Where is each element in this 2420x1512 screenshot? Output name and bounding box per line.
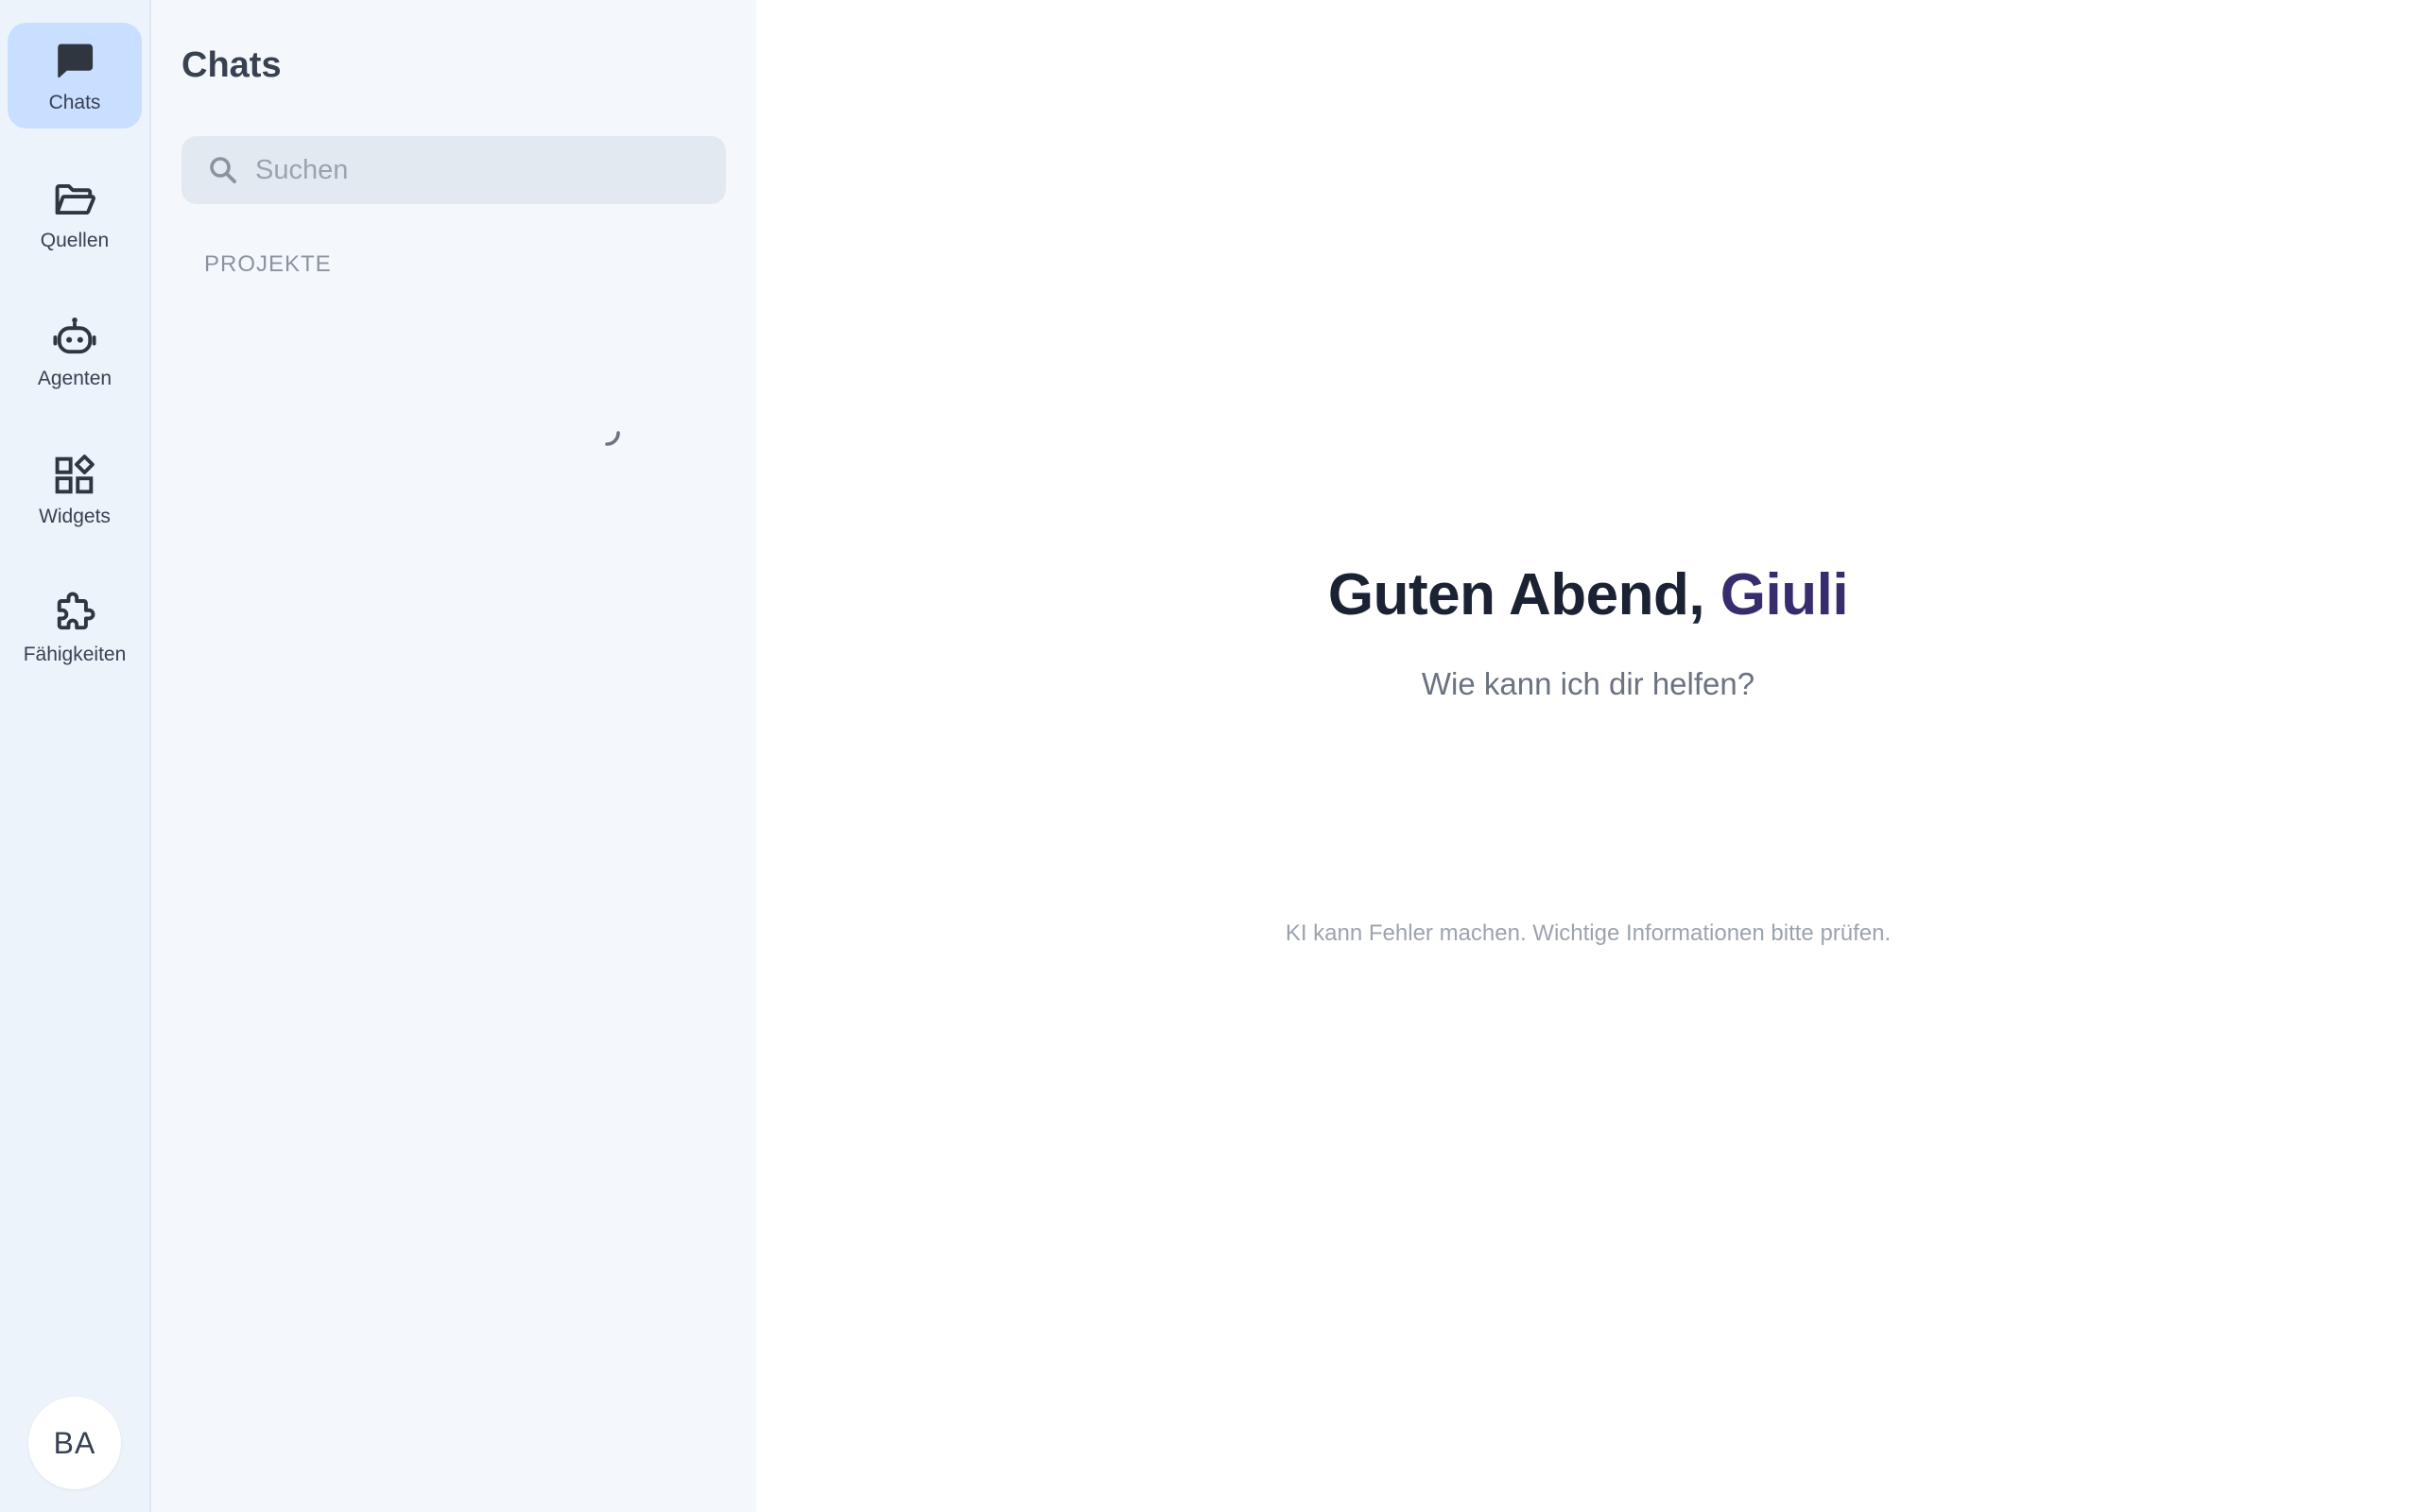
rail-item-widgets[interactable]: Widgets [8, 437, 142, 542]
rail-item-faehigkeiten[interactable]: Fähigkeiten [8, 575, 142, 680]
sidebar-title: Chats [182, 45, 282, 85]
nav-rail: Chats Quellen Agenten Widgets Fähigkeite… [0, 0, 151, 1512]
puzzle-icon [57, 592, 95, 630]
user-avatar[interactable]: BA [28, 1397, 121, 1489]
search-input[interactable] [255, 154, 709, 186]
projects-section-label: PROJEKTE [204, 251, 332, 277]
rail-label-widgets: Widgets [39, 506, 111, 527]
loading-spinner-icon [605, 431, 620, 446]
ai-disclaimer: KI kann Fehler machen. Wichtige Informat… [1285, 920, 1892, 946]
rail-label-quellen: Quellen [40, 230, 110, 251]
app-root: Chats Quellen Agenten Widgets Fähigkeite… [0, 0, 2420, 1512]
chat-bubble-icon [58, 43, 94, 78]
robot-icon [53, 317, 96, 354]
rail-label-chats: Chats [48, 92, 101, 113]
widgets-icon [55, 455, 95, 494]
rail-label-faehigkeiten: Fähigkeiten [23, 644, 127, 665]
rail-item-quellen[interactable]: Quellen [8, 161, 142, 266]
search-icon [210, 157, 236, 183]
folder-open-icon [55, 183, 95, 215]
search-box[interactable] [182, 136, 726, 204]
rail-item-chats[interactable]: Chats [8, 23, 142, 129]
chats-sidebar: Chats PROJEKTE [151, 0, 876, 1512]
greeting-heading: Guten Abend, Giuli [756, 561, 2420, 628]
rail-item-agenten[interactable]: Agenten [8, 299, 142, 404]
main-panel: Guten Abend, Giuli Wie kann ich dir helf… [756, 0, 2420, 1512]
greeting-user-name: Giuli [1720, 562, 1849, 627]
greeting-prefix: Guten Abend, [1327, 562, 1720, 627]
greeting-subtitle: Wie kann ich dir helfen? [1421, 666, 1755, 701]
rail-label-agenten: Agenten [37, 368, 112, 389]
